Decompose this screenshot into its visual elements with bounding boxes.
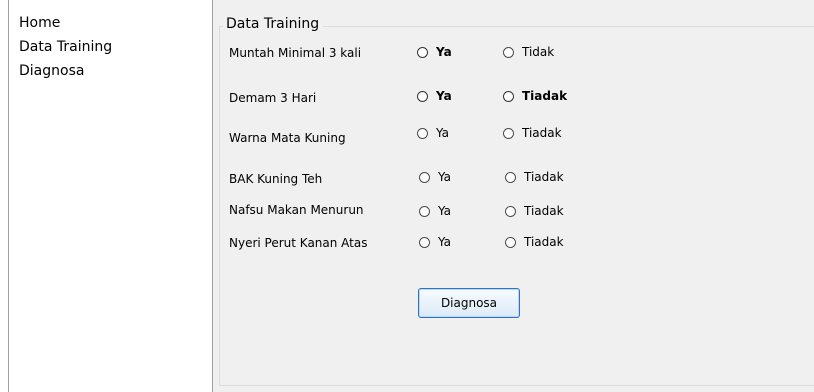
radio-circle-icon xyxy=(417,127,428,139)
question-label: Warna Mata Kuning xyxy=(229,131,346,145)
radio-yes-label: Ya xyxy=(438,170,452,184)
sidebar-item-home[interactable]: Home xyxy=(19,14,60,32)
main-panel: Data Training Muntah Minimal 3 kali Ya T… xyxy=(213,0,814,392)
radio-yes[interactable]: Ya xyxy=(417,125,449,141)
sidebar: Home Data Training Diagnosa xyxy=(8,0,212,392)
radio-no[interactable]: Tidak xyxy=(503,44,554,60)
question-label: Nafsu Makan Menurun xyxy=(229,203,364,217)
radio-no[interactable]: Tiadak xyxy=(505,203,564,219)
radio-no-label: Tiadak xyxy=(522,126,562,140)
radio-no[interactable]: Tiadak xyxy=(503,125,562,141)
radio-no-label: Tidak xyxy=(522,45,555,59)
question-label: Nyeri Perut Kanan Atas xyxy=(229,236,368,250)
question-label: Muntah Minimal 3 kali xyxy=(229,46,362,60)
radio-yes-label: Ya xyxy=(436,45,452,59)
radio-circle-icon xyxy=(503,90,514,102)
radio-no[interactable]: Tiadak xyxy=(505,169,564,185)
diagnosa-button[interactable]: Diagnosa xyxy=(418,288,520,318)
radio-no-label: Tiadak xyxy=(524,170,564,184)
radio-circle-icon xyxy=(505,205,516,217)
radio-no-label: Tiadak xyxy=(524,204,564,218)
question-label: BAK Kuning Teh xyxy=(229,172,323,186)
radio-circle-icon xyxy=(503,46,514,58)
radio-circle-icon xyxy=(417,46,428,58)
radio-circle-icon xyxy=(419,236,430,248)
radio-yes-label: Ya xyxy=(438,235,452,249)
radio-no-label: Tiadak xyxy=(522,89,568,103)
radio-no[interactable]: Tiadak xyxy=(505,234,564,250)
radio-yes[interactable]: Ya xyxy=(419,203,451,219)
radio-circle-icon xyxy=(419,205,430,217)
radio-no-label: Tiadak xyxy=(524,235,564,249)
sidebar-item-data-training[interactable]: Data Training xyxy=(19,38,112,56)
radio-circle-icon xyxy=(505,236,516,248)
radio-yes[interactable]: Ya xyxy=(417,88,452,104)
radio-yes-label: Ya xyxy=(436,89,452,103)
radio-yes-label: Ya xyxy=(436,126,450,140)
radio-yes[interactable]: Ya xyxy=(419,169,451,185)
radio-circle-icon xyxy=(419,171,430,183)
radio-yes[interactable]: Ya xyxy=(419,234,451,250)
radio-yes[interactable]: Ya xyxy=(417,44,452,60)
radio-circle-icon xyxy=(503,127,514,139)
radio-no[interactable]: Tiadak xyxy=(503,88,567,104)
radio-circle-icon xyxy=(417,90,428,102)
radio-circle-icon xyxy=(505,171,516,183)
radio-yes-label: Ya xyxy=(438,204,452,218)
group-box-title: Data Training xyxy=(223,14,324,34)
sidebar-item-diagnosa[interactable]: Diagnosa xyxy=(19,62,84,80)
question-label: Demam 3 Hari xyxy=(229,91,317,105)
